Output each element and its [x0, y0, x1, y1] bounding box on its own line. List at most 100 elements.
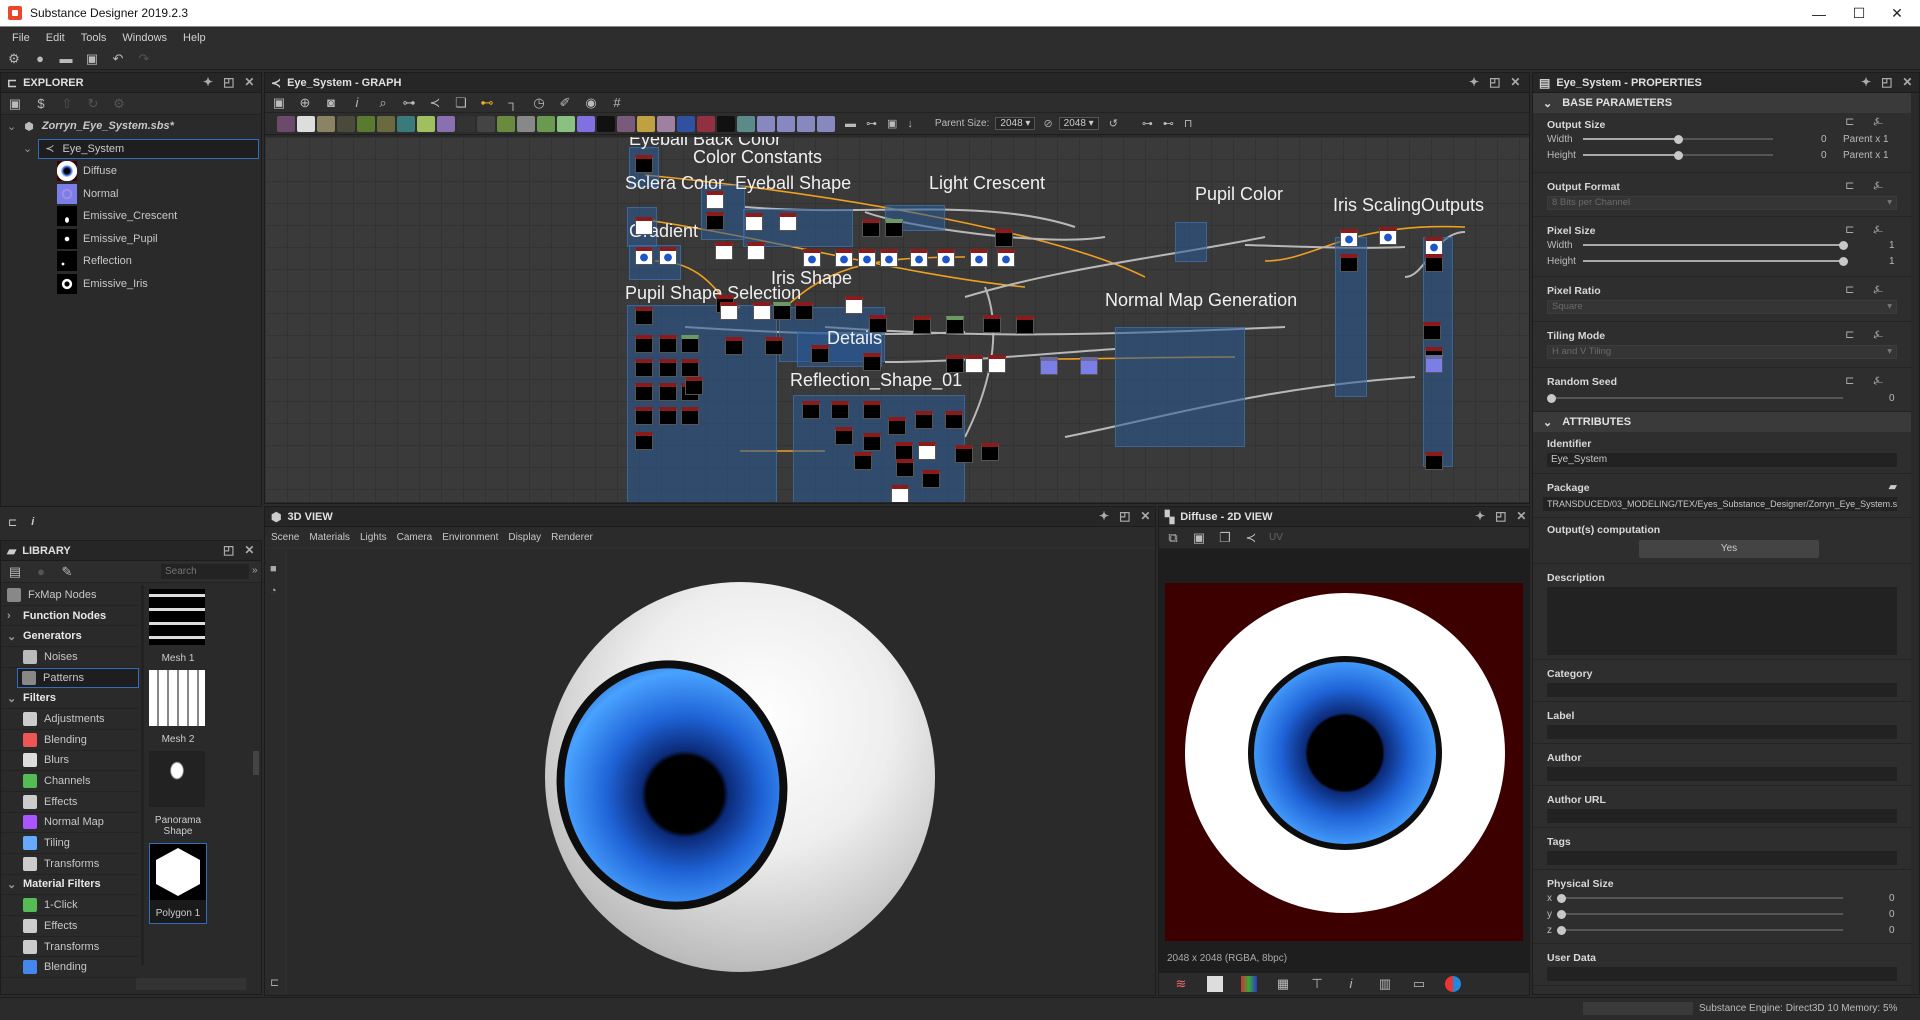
view3d-menu-renderer[interactable]: Renderer	[551, 532, 593, 543]
library-item[interactable]: Blurs	[1, 751, 139, 772]
graph-node[interactable]	[885, 219, 903, 237]
light-icon[interactable]: ◔	[270, 585, 285, 597]
graph-node[interactable]	[802, 401, 820, 419]
graph-node[interactable]	[845, 296, 863, 314]
histogram-icon[interactable]: ▥	[1377, 976, 1393, 992]
close-icon[interactable]: ✕	[1516, 509, 1526, 523]
graph-row[interactable]: ⌄ ≺ Eye_System	[1, 138, 261, 161]
expand-icon[interactable]: »	[252, 565, 258, 576]
horizontal-scrollbar[interactable]	[136, 978, 246, 990]
viewport-3d[interactable]	[287, 549, 1155, 995]
view3d-menu-scene[interactable]: Scene	[271, 532, 299, 543]
node-palette-button[interactable]	[497, 115, 515, 132]
color-picker-icon[interactable]	[1445, 976, 1461, 992]
pin-icon[interactable]: ✦	[1469, 75, 1479, 89]
grid-snap-icon[interactable]: #	[609, 95, 625, 111]
graph-node[interactable]	[831, 401, 849, 419]
node-palette-button[interactable]	[517, 115, 535, 132]
package-row[interactable]: ⌄ ⬢ Zorryn_Eye_System.sbs*	[1, 115, 261, 138]
library-thumbnail[interactable]: Panorama Shape	[149, 751, 207, 837]
output-item[interactable]: Emissive_Iris	[1, 273, 261, 296]
pin-icon[interactable]: ✦	[203, 75, 213, 89]
save-icon[interactable]: ▣	[7, 96, 23, 112]
library-item[interactable]: Effects	[1, 916, 139, 937]
output-item[interactable]: Normal	[1, 183, 261, 206]
graph-node[interactable]	[946, 355, 964, 373]
frame-all-icon[interactable]: ▣	[271, 95, 287, 111]
pin-icon[interactable]: ✦	[1099, 509, 1109, 523]
library-item[interactable]: Transforms	[1, 937, 139, 958]
graph-node[interactable]	[659, 335, 677, 353]
close-icon[interactable]: ✕	[1510, 75, 1520, 89]
graph-node[interactable]	[955, 445, 973, 463]
add-resource-icon[interactable]: ⚙	[111, 96, 127, 112]
random-seed-slider[interactable]: 0	[1533, 390, 1911, 406]
reset-icon[interactable]: ↺	[1109, 117, 1118, 130]
output-width-slider[interactable]: Width 0 Parent x 1	[1533, 131, 1911, 147]
graph-node[interactable]	[659, 407, 677, 425]
graph-node[interactable]	[1425, 237, 1443, 255]
library-item[interactable]: Normal Map	[1, 813, 139, 834]
pin-icon[interactable]: ⊶	[866, 117, 877, 130]
physical-y-slider[interactable]: y0	[1533, 906, 1911, 922]
float-icon[interactable]: ◰	[1881, 75, 1892, 89]
library-item[interactable]: Channels	[1, 771, 139, 792]
float-icon[interactable]: ◰	[1495, 509, 1506, 523]
timer-icon[interactable]: ◷	[531, 95, 547, 111]
node-palette-button[interactable]	[397, 115, 415, 132]
link-size-icon[interactable]: ⊘	[1043, 117, 1052, 130]
menu-windows[interactable]: Windows	[122, 32, 167, 44]
library-item[interactable]: Transforms	[1, 854, 139, 875]
preview-icon[interactable]: ◉	[583, 95, 599, 111]
node-palette-button[interactable]	[697, 115, 715, 132]
node-palette-button[interactable]	[277, 115, 295, 132]
graph-node[interactable]	[635, 432, 653, 450]
node-palette-button[interactable]	[797, 115, 815, 132]
slider-knob[interactable]	[1674, 151, 1683, 160]
graph-node[interactable]	[779, 213, 797, 231]
node-palette-button[interactable]	[457, 115, 475, 132]
pixel-height-slider[interactable]: Height 1	[1533, 253, 1911, 269]
graph-node[interactable]	[747, 242, 765, 260]
pin-icon[interactable]: ✦	[1475, 509, 1485, 523]
inheritance-icons[interactable]: ⊏ ⍼	[1845, 328, 1891, 342]
new-substance-icon[interactable]: ⚙	[6, 51, 22, 67]
author-url-field[interactable]	[1547, 809, 1897, 823]
scene-tree-icon[interactable]: ⊏	[270, 976, 279, 989]
graph-node[interactable]	[715, 242, 733, 260]
close-icon[interactable]: ✕	[1902, 75, 1912, 89]
output-item[interactable]: Emissive_Crescent	[1, 205, 261, 228]
graph-node[interactable]	[681, 335, 699, 353]
graph-node[interactable]	[997, 249, 1015, 267]
graph-node[interactable]	[659, 247, 677, 265]
graph-node[interactable]	[635, 155, 653, 173]
upload-icon[interactable]: ⇧	[59, 96, 75, 112]
library-item[interactable]: Effects	[1, 792, 139, 813]
node-palette-button[interactable]	[477, 115, 495, 132]
graph-frame[interactable]	[1115, 327, 1245, 447]
graph-node[interactable]	[635, 407, 653, 425]
graph-node[interactable]	[1425, 355, 1443, 373]
identifier-field[interactable]: Eye_System	[1547, 453, 1897, 467]
graph-node[interactable]	[635, 335, 653, 353]
graph-node[interactable]	[988, 355, 1006, 373]
redo-icon[interactable]: ↷	[136, 51, 152, 67]
float-icon[interactable]: ◰	[1119, 509, 1130, 523]
library-category[interactable]: ⌄ Generators	[1, 626, 139, 648]
float-icon[interactable]: ◰	[223, 543, 234, 557]
graph-node[interactable]	[946, 316, 964, 334]
library-category[interactable]: › Function Nodes	[1, 606, 139, 627]
graph-node[interactable]	[835, 427, 853, 445]
graph-node[interactable]	[888, 417, 906, 435]
view3d-menu-display[interactable]: Display	[508, 532, 541, 543]
physical-z-slider[interactable]: z0	[1533, 922, 1911, 938]
graph-node[interactable]	[745, 213, 763, 231]
node-palette-button[interactable]	[317, 115, 335, 132]
info-icon[interactable]: i	[1343, 976, 1359, 992]
physical-x-slider[interactable]: x0	[1533, 890, 1911, 906]
library-item[interactable]: Blending	[1, 957, 139, 979]
library-item[interactable]: 1-Click	[1, 895, 139, 916]
slider-knob[interactable]	[1547, 394, 1556, 403]
graph-node[interactable]	[869, 315, 887, 333]
measure-icon[interactable]: ⊤	[1309, 976, 1325, 992]
